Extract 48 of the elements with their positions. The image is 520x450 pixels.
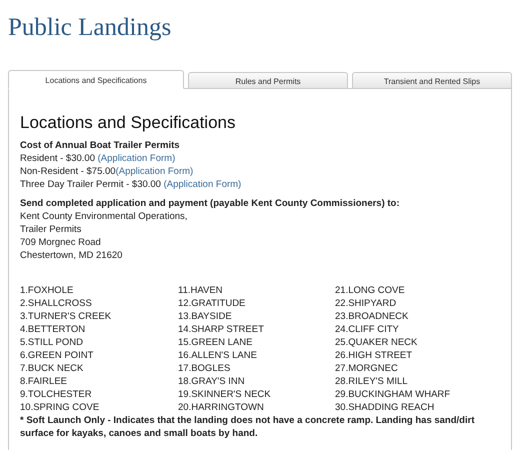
address-line: 709 Morgnec Road xyxy=(20,236,102,249)
landing-name: 2.SHALLCROSS xyxy=(20,297,93,310)
landing-name: 11.HAVEN xyxy=(178,284,224,297)
page-title: Public Landings xyxy=(8,14,172,43)
landing-name: 16.ALLEN'S LANE xyxy=(178,349,258,362)
landing-name: 15.GREEN LANE xyxy=(178,336,254,349)
landing-name: 9.TOLCHESTER xyxy=(20,388,93,401)
landing-name: 13.BAYSIDE xyxy=(178,310,233,323)
landing-name: 20.HARRINGTOWN xyxy=(178,401,265,414)
address-line: Chestertown, MD 21620 xyxy=(20,249,124,262)
landing-name: 14.SHARP STREET xyxy=(178,323,265,336)
landing-name: 12.GRATITUDE xyxy=(178,297,246,310)
landing-name: 8.FAIRLEE xyxy=(20,375,68,388)
landing-name: 29.BUCKINGHAM WHARF xyxy=(335,388,452,401)
address-line: Kent County Environmental Operations, xyxy=(20,210,188,223)
section-heading: Locations and Specifications xyxy=(20,113,236,133)
landing-name: 23.BROADNECK xyxy=(335,310,410,323)
landing-name: 22.SHIPYARD xyxy=(335,297,398,310)
landing-name: 17.BOGLES xyxy=(178,362,232,375)
landing-name: 4.BETTERTON xyxy=(20,323,86,336)
mailing-heading: Send completed application and payment (payable Kent County Commissioners) to: xyxy=(20,197,401,210)
landing-name: 25.QUAKER NECK xyxy=(335,336,418,349)
tab[interactable]: Transient and Rented Slips xyxy=(352,72,512,89)
landing-name: 21.LONG COVE xyxy=(335,284,406,297)
landing-name: 5.STILL POND xyxy=(20,336,84,349)
application-form-link[interactable]: (Application Form) xyxy=(164,179,242,190)
landing-name: 1.FOXHOLE xyxy=(20,284,74,297)
landing-name: 3.TURNER'S CREEK xyxy=(20,310,112,323)
application-form-link[interactable]: (Application Form) xyxy=(98,153,176,164)
landing-name: 30.SHADDING REACH xyxy=(335,401,436,414)
permit-price: Three Day Trailer Permit - $30.00 xyxy=(20,179,162,190)
footnote: * Soft Launch Only - Indicates that the landing does not have a concrete ramp. Landing has sand/dirt surface for kayaks, canoes and small boats by hand. xyxy=(20,414,476,440)
permit-price: Non-Resident - $75.00 xyxy=(20,166,116,177)
landing-name: 18.GRAY'S INN xyxy=(178,375,246,388)
landing-name: 6.GREEN POINT xyxy=(20,349,94,362)
tab[interactable]: Rules and Permits xyxy=(188,72,348,89)
permits-heading: Cost of Annual Boat Trailer Permits xyxy=(20,139,181,152)
application-form-link[interactable]: (Application Form) xyxy=(116,166,194,177)
landing-name: 24.CLIFF CITY xyxy=(335,323,400,336)
tab[interactable]: Locations and Specifications xyxy=(8,70,184,89)
address-line: Trailer Permits xyxy=(20,223,82,236)
landing-name: 28.RILEY'S MILL xyxy=(335,375,409,388)
landing-name: 10.SPRING COVE xyxy=(20,401,100,414)
landing-name: 26.HIGH STREET xyxy=(335,349,414,362)
landing-name: 7.BUCK NECK xyxy=(20,362,84,375)
landing-name: 27.MORGNEC xyxy=(335,362,399,375)
permit-price: Resident - $30.00 xyxy=(20,153,96,164)
landing-name: 19.SKINNER'S NECK xyxy=(178,388,272,401)
